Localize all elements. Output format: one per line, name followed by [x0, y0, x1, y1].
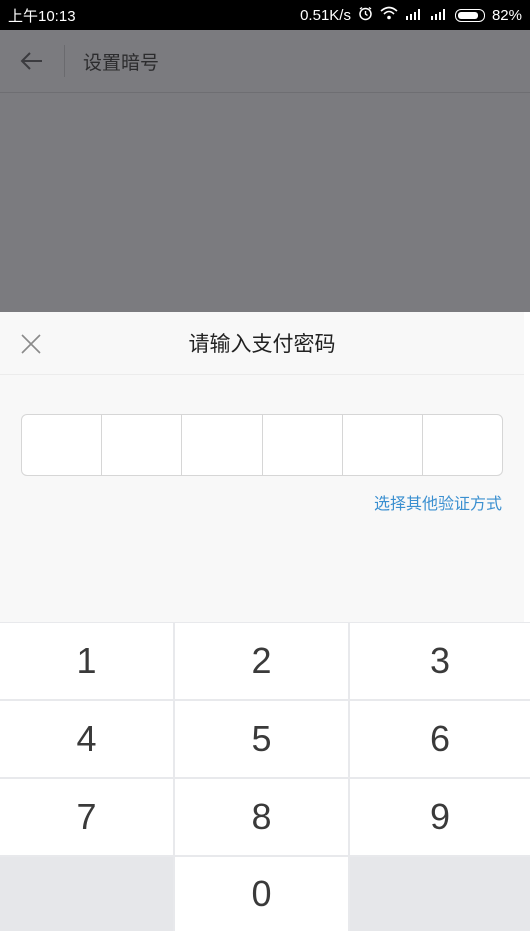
battery-icon [454, 8, 485, 22]
key-blank-left [0, 857, 173, 931]
signal-icon-1 [405, 7, 423, 24]
sheet-edge [524, 312, 530, 622]
other-verification-link[interactable]: 选择其他验证方式 [374, 490, 502, 514]
pin-digit-2[interactable] [102, 415, 183, 475]
battery-percent: 82% [491, 6, 522, 24]
key-5[interactable]: 5 [175, 701, 348, 777]
arrow-left-icon [20, 52, 42, 70]
status-icons: 0.51K/s 82% [300, 6, 522, 25]
network-speed: 0.51K/s [300, 6, 351, 24]
status-bar: 上午10:13 0.51K/s 82% [0, 0, 530, 30]
wifi-icon [380, 6, 398, 24]
close-button[interactable] [18, 331, 44, 357]
key-8[interactable]: 8 [175, 779, 348, 855]
sheet-header: 请输入支付密码 [0, 312, 524, 375]
pin-digit-5[interactable] [343, 415, 423, 475]
page-title: 设置暗号 [83, 51, 160, 74]
pin-digit-1[interactable] [22, 415, 103, 475]
key-2[interactable]: 2 [175, 623, 348, 699]
key-3[interactable]: 3 [350, 623, 530, 699]
pin-digit-3[interactable] [182, 415, 263, 475]
key-9[interactable]: 9 [350, 779, 530, 855]
key-1[interactable]: 1 [0, 623, 173, 699]
number-keypad: 1 2 3 4 5 6 7 8 9 0 [0, 622, 530, 931]
key-7[interactable]: 7 [0, 779, 173, 855]
sheet-title: 请输入支付密码 [188, 332, 336, 356]
app-header: 设置暗号 [0, 30, 530, 93]
key-blank-right [350, 857, 530, 931]
header-divider [64, 45, 65, 77]
signal-icon-2 [430, 7, 448, 24]
close-icon [21, 334, 41, 354]
alarm-icon [358, 6, 373, 25]
key-6[interactable]: 6 [350, 701, 530, 777]
dim-overlay[interactable] [0, 93, 530, 312]
status-time: 上午10:13 [8, 7, 76, 25]
pin-input[interactable] [21, 414, 503, 476]
key-0[interactable]: 0 [175, 857, 348, 931]
pin-digit-4[interactable] [263, 415, 343, 475]
key-4[interactable]: 4 [0, 701, 173, 777]
pin-digit-6[interactable] [423, 415, 502, 475]
payment-sheet: 请输入支付密码 选择其他验证方式 [0, 312, 524, 622]
back-button[interactable] [0, 30, 64, 93]
